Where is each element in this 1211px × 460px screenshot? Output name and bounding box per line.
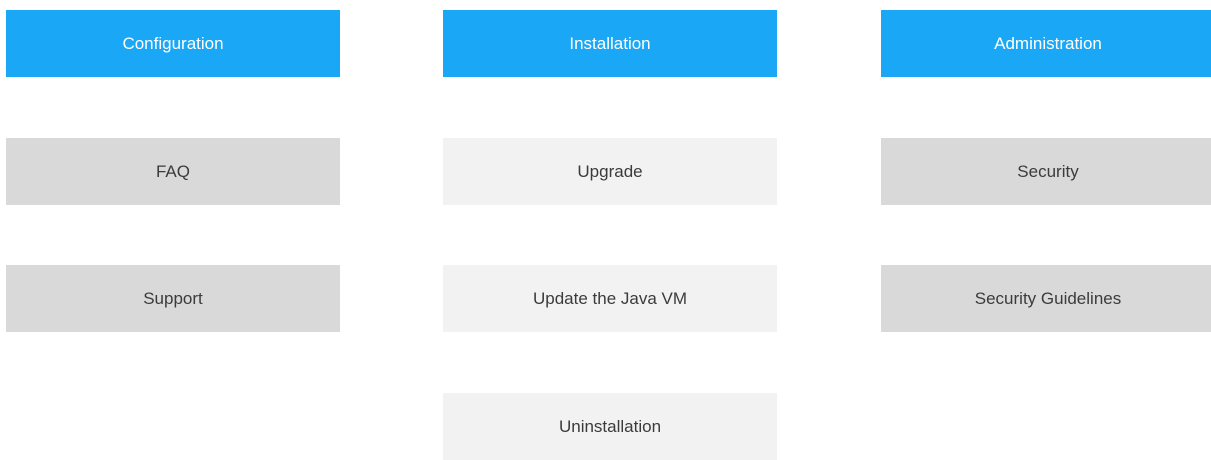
support-tile[interactable]: Support [6, 265, 340, 332]
update-java-vm-tile[interactable]: Update the Java VM [443, 265, 777, 332]
configuration-tile[interactable]: Configuration [6, 10, 340, 77]
faq-tile[interactable]: FAQ [6, 138, 340, 205]
uninstallation-tile[interactable]: Uninstallation [443, 393, 777, 460]
upgrade-tile[interactable]: Upgrade [443, 138, 777, 205]
security-tile[interactable]: Security [881, 138, 1211, 205]
installation-tile[interactable]: Installation [443, 10, 777, 77]
administration-tile[interactable]: Administration [881, 10, 1211, 77]
security-guidelines-tile[interactable]: Security Guidelines [881, 265, 1211, 332]
